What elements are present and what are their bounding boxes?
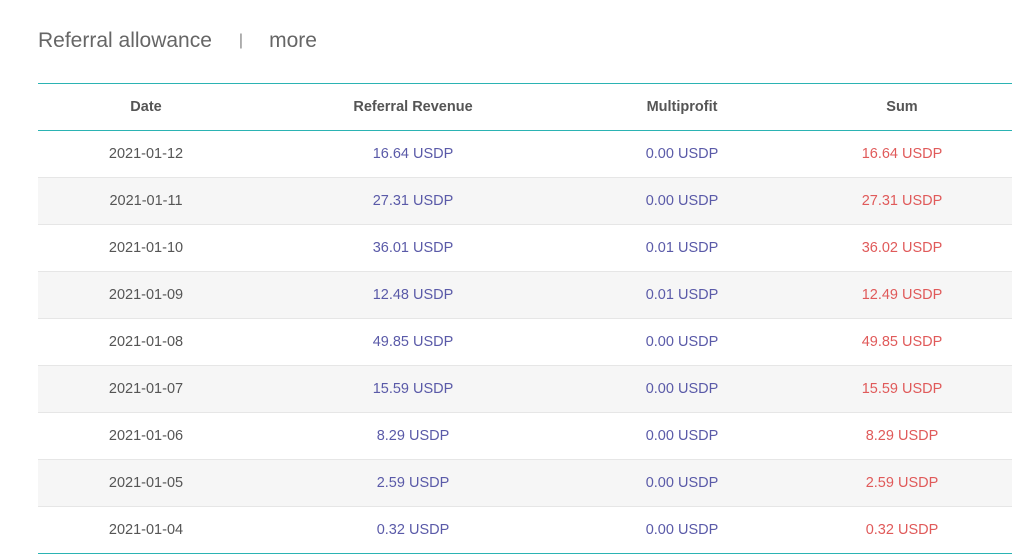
cell-referral-revenue: 12.48 USDP [372, 287, 454, 303]
cell-sum: 12.49 USDP [861, 287, 943, 303]
referral-allowance-panel: Referral allowance | more Date Referral … [0, 0, 1012, 556]
table-row: 2021-01-12 16.64 USDP 0.00 USDP 16.64 US… [38, 131, 1012, 178]
cell-date: 2021-01-12 [108, 146, 184, 162]
table-row: 2021-01-07 15.59 USDP 0.00 USDP 15.59 US… [38, 365, 1012, 413]
cell-sum: 15.59 USDP [861, 381, 943, 397]
cell-date: 2021-01-10 [108, 240, 184, 256]
column-header-multiprofit: Multiprofit [646, 99, 718, 115]
panel-title: Referral allowance [38, 29, 212, 52]
cell-sum: 49.85 USDP [861, 334, 943, 350]
cell-sum: 27.31 USDP [861, 193, 943, 209]
table-header-row: Date Referral Revenue Multiprofit Sum [38, 83, 1012, 131]
cell-sum: 8.29 USDP [865, 428, 939, 444]
table-row: 2021-01-05 2.59 USDP 0.00 USDP 2.59 USDP [38, 459, 1012, 507]
cell-date: 2021-01-05 [108, 475, 184, 491]
table-row: 2021-01-10 36.01 USDP 0.01 USDP 36.02 US… [38, 225, 1012, 272]
cell-referral-revenue: 16.64 USDP [372, 146, 454, 162]
cell-date: 2021-01-06 [108, 428, 184, 444]
column-header-date: Date [130, 99, 162, 115]
header-separator: | [238, 32, 244, 49]
cell-referral-revenue: 27.31 USDP [372, 193, 454, 209]
cell-multiprofit: 0.01 USDP [645, 240, 719, 256]
cell-referral-revenue: 8.29 USDP [376, 428, 450, 444]
cell-multiprofit: 0.00 USDP [645, 522, 719, 538]
cell-sum: 36.02 USDP [861, 240, 943, 256]
cell-multiprofit: 0.01 USDP [645, 287, 719, 303]
table-row: 2021-01-08 49.85 USDP 0.00 USDP 49.85 US… [38, 319, 1012, 366]
cell-referral-revenue: 49.85 USDP [372, 334, 454, 350]
panel-header: Referral allowance | more [38, 25, 317, 57]
cell-multiprofit: 0.00 USDP [645, 475, 719, 491]
cell-multiprofit: 0.00 USDP [645, 146, 719, 162]
referral-table: Date Referral Revenue Multiprofit Sum 20… [38, 83, 1012, 554]
column-header-sum: Sum [886, 99, 918, 115]
table-row: 2021-01-09 12.48 USDP 0.01 USDP 12.49 US… [38, 271, 1012, 319]
cell-multiprofit: 0.00 USDP [645, 428, 719, 444]
cell-sum: 0.32 USDP [865, 522, 939, 538]
more-link[interactable]: more [269, 29, 317, 53]
table-header: Date Referral Revenue Multiprofit Sum [38, 83, 1012, 131]
table-row: 2021-01-11 27.31 USDP 0.00 USDP 27.31 US… [38, 177, 1012, 225]
cell-multiprofit: 0.00 USDP [645, 193, 719, 209]
cell-sum: 2.59 USDP [865, 475, 939, 491]
cell-referral-revenue: 15.59 USDP [372, 381, 454, 397]
cell-sum: 16.64 USDP [861, 146, 943, 162]
cell-referral-revenue: 36.01 USDP [372, 240, 454, 256]
cell-date: 2021-01-07 [108, 381, 184, 397]
table-row: 2021-01-06 8.29 USDP 0.00 USDP 8.29 USDP [38, 413, 1012, 460]
column-header-referral-revenue: Referral Revenue [353, 99, 473, 115]
cell-multiprofit: 0.00 USDP [645, 334, 719, 350]
cell-referral-revenue: 0.32 USDP [376, 522, 450, 538]
cell-date: 2021-01-09 [108, 287, 184, 303]
cell-referral-revenue: 2.59 USDP [376, 475, 450, 491]
cell-multiprofit: 0.00 USDP [645, 381, 719, 397]
table-row: 2021-01-04 0.32 USDP 0.00 USDP 0.32 USDP [38, 507, 1012, 554]
cell-date: 2021-01-08 [108, 334, 184, 350]
cell-date: 2021-01-04 [108, 522, 184, 538]
cell-date: 2021-01-11 [109, 193, 183, 209]
table-body: 2021-01-12 16.64 USDP 0.00 USDP 16.64 US… [38, 131, 1012, 554]
